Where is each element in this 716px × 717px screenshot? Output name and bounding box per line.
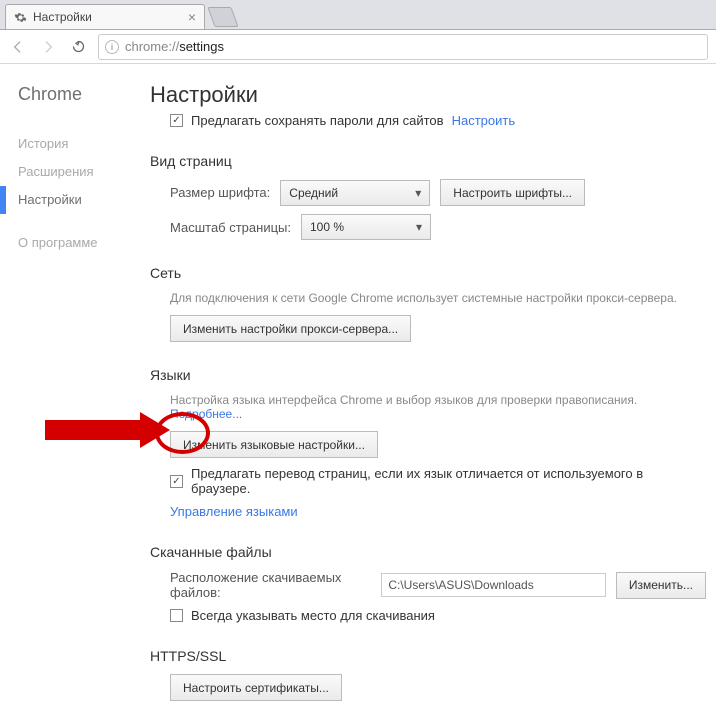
brand: Chrome	[18, 84, 150, 105]
customize-fonts-button[interactable]: Настроить шрифты...	[440, 179, 585, 206]
change-location-button[interactable]: Изменить...	[616, 572, 706, 599]
sidebar-item-extensions[interactable]: Расширения	[18, 158, 150, 186]
ask-location-checkbox[interactable]	[170, 609, 183, 622]
info-icon: i	[105, 40, 119, 54]
translate-checkbox[interactable]: ✓	[170, 475, 183, 488]
zoom-select[interactable]: 100 % ▾	[301, 214, 431, 240]
appearance-heading: Вид страниц	[150, 153, 706, 169]
https-heading: HTTPS/SSL	[150, 648, 706, 664]
close-icon[interactable]: ×	[188, 9, 196, 25]
zoom-label: Масштаб страницы:	[170, 220, 291, 235]
configure-passwords-link[interactable]: Настроить	[452, 113, 516, 128]
font-size-label: Размер шрифта:	[170, 185, 270, 200]
chevron-down-icon: ▾	[415, 186, 421, 200]
sidebar: Chrome История Расширения Настройки О пр…	[0, 64, 150, 717]
url-path: settings	[179, 39, 224, 54]
downloads-heading: Скачанные файлы	[150, 544, 706, 560]
forward-button[interactable]	[38, 37, 58, 57]
save-passwords-label: Предлагать сохранять пароли для сайтов	[191, 113, 444, 128]
sidebar-item-history[interactable]: История	[18, 130, 150, 158]
ask-location-label: Всегда указывать место для скачивания	[191, 608, 435, 623]
address-bar[interactable]: i chrome://settings	[98, 34, 708, 60]
translate-label: Предлагать перевод страниц, если их язык…	[191, 466, 706, 496]
download-location-label: Расположение скачиваемых файлов:	[170, 570, 371, 600]
gear-icon	[14, 11, 27, 24]
browser-tab[interactable]: Настройки ×	[5, 4, 205, 29]
font-size-value: Средний	[289, 186, 338, 200]
sidebar-item-about[interactable]: О программе	[18, 229, 150, 257]
url-scheme: chrome://	[125, 39, 179, 54]
languages-more-link[interactable]: Подробнее...	[170, 407, 242, 421]
toolbar: i chrome://settings	[0, 30, 716, 64]
languages-note: Настройка языка интерфейса Chrome и выбо…	[170, 393, 706, 421]
zoom-value: 100 %	[310, 220, 344, 234]
tab-title: Настройки	[33, 10, 188, 24]
network-heading: Сеть	[150, 265, 706, 281]
download-location-input[interactable]	[381, 573, 606, 597]
language-settings-button[interactable]: Изменить языковые настройки...	[170, 431, 378, 458]
manage-languages-link[interactable]: Управление языками	[170, 504, 298, 519]
settings-main: Настройки ✓ Предлагать сохранять пароли …	[150, 64, 716, 717]
sidebar-item-settings[interactable]: Настройки	[18, 186, 150, 214]
reload-button[interactable]	[68, 37, 88, 57]
new-tab-button[interactable]	[207, 7, 238, 27]
certificates-button[interactable]: Настроить сертификаты...	[170, 674, 342, 701]
chevron-down-icon: ▾	[416, 220, 422, 234]
languages-heading: Языки	[150, 367, 706, 383]
page-title: Настройки	[150, 82, 706, 108]
tab-bar: Настройки ×	[0, 0, 716, 30]
network-note: Для подключения к сети Google Chrome исп…	[170, 291, 706, 305]
proxy-settings-button[interactable]: Изменить настройки прокси-сервера...	[170, 315, 411, 342]
font-size-select[interactable]: Средний ▾	[280, 180, 430, 206]
back-button[interactable]	[8, 37, 28, 57]
save-passwords-checkbox[interactable]: ✓	[170, 114, 183, 127]
